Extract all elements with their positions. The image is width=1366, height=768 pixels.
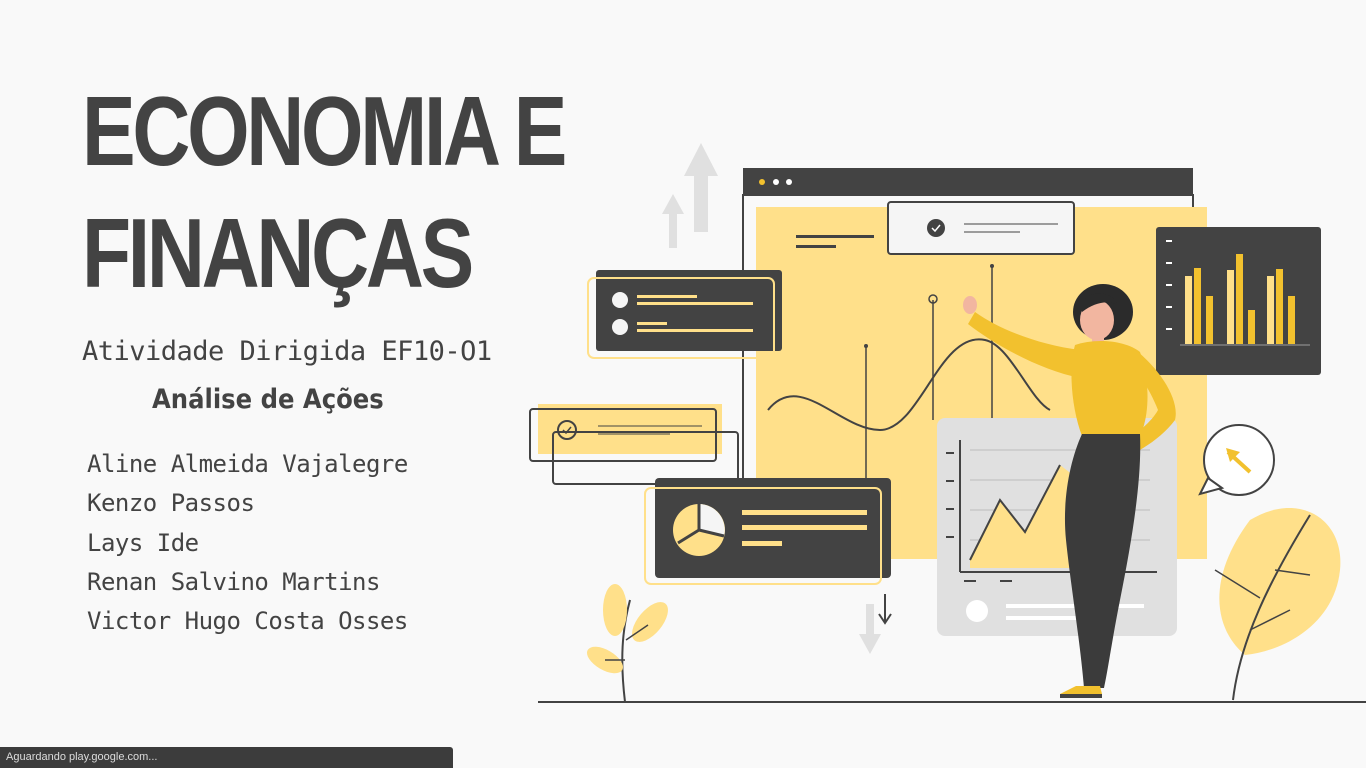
area-chart-card: [937, 418, 1177, 636]
task-card: [529, 404, 739, 485]
arrow-down-icon: [859, 594, 892, 654]
plant-icon: [586, 584, 668, 703]
arrow-up-icon: [662, 143, 718, 248]
notification-card: [887, 201, 1075, 255]
pie-chart-card: [644, 478, 891, 585]
list-card: [587, 270, 782, 359]
large-leaf-icon: [1214, 508, 1341, 701]
business-analytics-illustration: [529, 143, 1366, 703]
bar-chart-card: [1156, 227, 1321, 375]
cursor-bubble-icon: [1198, 424, 1275, 496]
browser-status-bar: Aguardando play.google.com...: [0, 747, 453, 768]
